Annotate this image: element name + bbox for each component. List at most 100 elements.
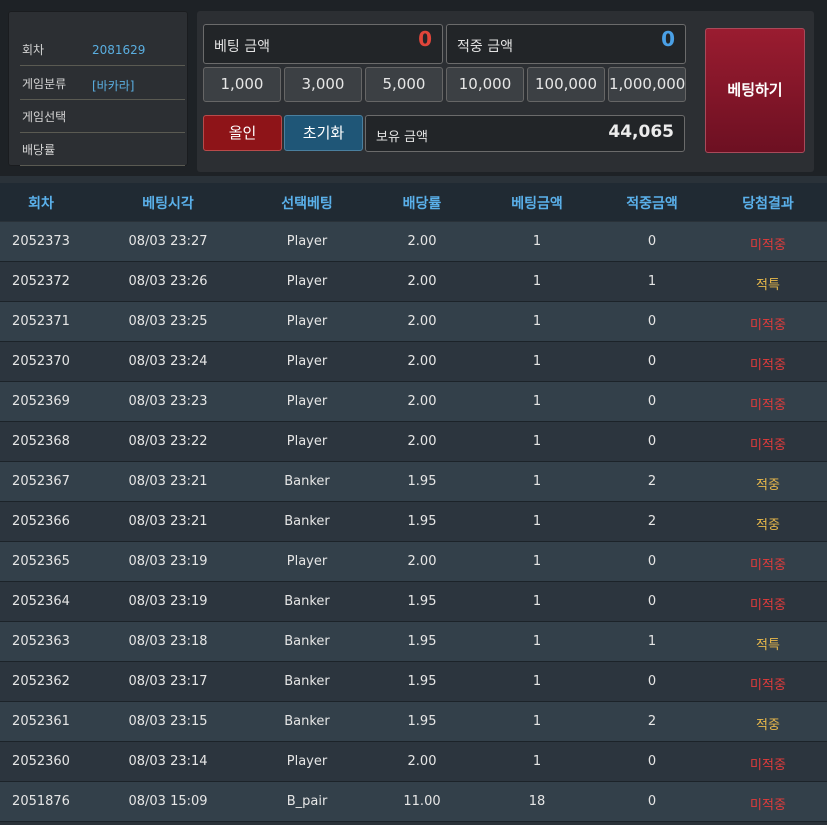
cell-odds: 11.00 xyxy=(403,794,441,809)
cell-round: 2052360 xyxy=(12,754,70,769)
cell-odds: 2.00 xyxy=(407,394,437,409)
table-row: 2052368 08/03 23:22 Player 2.00 1 0 미적중 xyxy=(0,422,827,462)
cell-odds: 2.00 xyxy=(407,434,437,449)
cell-odds: 1.95 xyxy=(407,714,437,729)
cell-odds: 2.00 xyxy=(407,234,437,249)
bet-amount-box: 베팅 금액 0 xyxy=(203,24,443,64)
cell-bet: 1 xyxy=(532,674,542,689)
balance-label: 보유 금액 xyxy=(376,130,428,145)
chip-5000-button[interactable]: 5,000 xyxy=(365,67,443,102)
cell-bet: 18 xyxy=(528,794,546,809)
cell-odds: 2.00 xyxy=(407,274,437,289)
col-header-win: 적중금액 xyxy=(626,196,678,212)
cell-round: 2052362 xyxy=(12,674,70,689)
cell-pick: Banker xyxy=(284,474,330,489)
cell-odds: 1.95 xyxy=(407,674,437,689)
cell-result: 적중 xyxy=(756,518,780,533)
cell-time: 08/03 23:23 xyxy=(128,394,208,409)
cell-round: 2052371 xyxy=(12,314,70,329)
cell-bet: 1 xyxy=(532,634,542,649)
cell-result: 미적중 xyxy=(750,438,786,453)
cell-round: 2052363 xyxy=(12,634,70,649)
cell-win: 0 xyxy=(647,314,657,329)
cell-pick: Player xyxy=(286,434,328,449)
cell-win: 0 xyxy=(647,554,657,569)
cell-time: 08/03 23:17 xyxy=(128,674,208,689)
chip-3000-button[interactable]: 3,000 xyxy=(284,67,362,102)
cell-odds: 2.00 xyxy=(407,754,437,769)
cell-win: 2 xyxy=(647,514,657,529)
col-header-bet: 베팅금액 xyxy=(511,196,563,212)
table-row: 2052360 08/03 23:14 Player 2.00 1 0 미적중 xyxy=(0,742,827,782)
cell-bet: 1 xyxy=(532,354,542,369)
info-row-game-select: 게임선택 xyxy=(20,99,185,133)
cell-bet: 1 xyxy=(532,514,542,529)
cell-odds: 2.00 xyxy=(407,354,437,369)
cell-time: 08/03 23:24 xyxy=(128,354,208,369)
chip-10000-button[interactable]: 10,000 xyxy=(446,67,524,102)
cell-result: 적중 xyxy=(756,478,780,493)
cell-round: 2052366 xyxy=(12,514,70,529)
cell-time: 08/03 23:25 xyxy=(128,314,208,329)
table-row: 2052364 08/03 23:19 Banker 1.95 1 0 미적중 xyxy=(0,582,827,622)
table-row: 2052361 08/03 23:15 Banker 1.95 1 2 적중 xyxy=(0,702,827,742)
table-row: 2052372 08/03 23:26 Player 2.00 1 1 적특 xyxy=(0,262,827,302)
game-type-value: [바카라] xyxy=(92,79,135,93)
table-row: 2052373 08/03 23:27 Player 2.00 1 0 미적중 xyxy=(0,222,827,262)
reset-button[interactable]: 초기화 xyxy=(284,115,363,151)
bet-amount-value: 0 xyxy=(418,27,432,51)
cell-win: 0 xyxy=(647,234,657,249)
table-row: 2052366 08/03 23:21 Banker 1.95 1 2 적중 xyxy=(0,502,827,542)
cell-win: 1 xyxy=(647,634,657,649)
cell-round: 2052367 xyxy=(12,474,70,489)
win-amount-value: 0 xyxy=(661,27,675,51)
cell-pick: Player xyxy=(286,234,328,249)
cell-win: 0 xyxy=(647,794,657,809)
round-label: 회차 xyxy=(22,43,45,57)
cell-pick: Player xyxy=(286,754,328,769)
chip-1000-button[interactable]: 1,000 xyxy=(203,67,281,102)
bet-amount-label: 베팅 금액 xyxy=(214,39,270,55)
cell-round: 2051876 xyxy=(12,794,70,809)
place-bet-button[interactable]: 베팅하기 xyxy=(705,28,805,153)
table-row: 2052367 08/03 23:21 Banker 1.95 1 2 적중 xyxy=(0,462,827,502)
cell-time: 08/03 23:22 xyxy=(128,434,208,449)
cell-time: 08/03 23:26 xyxy=(128,274,208,289)
cell-result: 미적중 xyxy=(750,758,786,773)
cell-pick: B_pair xyxy=(286,794,328,809)
table-row: 2051876 08/03 15:09 B_pair 11.00 18 0 미적중 xyxy=(0,782,827,822)
cell-bet: 1 xyxy=(532,474,542,489)
cell-win: 0 xyxy=(647,434,657,449)
history-table-header: 회차 베팅시각 선택베팅 배당률 베팅금액 적중금액 당첨결과 xyxy=(0,183,827,221)
odds-label: 배당률 xyxy=(22,143,56,157)
col-header-round: 회차 xyxy=(28,196,54,212)
cell-result: 미적중 xyxy=(750,678,786,693)
info-row-round: 회차 2081629 xyxy=(20,32,185,66)
cell-result: 미적중 xyxy=(750,238,786,253)
cell-win: 0 xyxy=(647,754,657,769)
cell-odds: 1.95 xyxy=(407,474,437,489)
cell-win: 0 xyxy=(647,354,657,369)
table-row: 2052370 08/03 23:24 Player 2.00 1 0 미적중 xyxy=(0,342,827,382)
balance-value: 44,065 xyxy=(608,122,674,142)
table-row: 2052363 08/03 23:18 Banker 1.95 1 1 적특 xyxy=(0,622,827,662)
table-row: 2052362 08/03 23:17 Banker 1.95 1 0 미적중 xyxy=(0,662,827,702)
cell-time: 08/03 23:14 xyxy=(128,754,208,769)
cell-result: 적특 xyxy=(756,638,780,653)
chip-1000000-button[interactable]: 1,000,000 xyxy=(608,67,686,102)
cell-pick: Player xyxy=(286,354,328,369)
win-amount-label: 적중 금액 xyxy=(457,39,513,55)
cell-win: 0 xyxy=(647,594,657,609)
cell-round: 2052369 xyxy=(12,394,70,409)
cell-pick: Player xyxy=(286,274,328,289)
cell-result: 미적중 xyxy=(750,558,786,573)
all-in-button[interactable]: 올인 xyxy=(203,115,282,151)
cell-round: 2052368 xyxy=(12,434,70,449)
cell-time: 08/03 23:21 xyxy=(128,514,208,529)
cell-win: 1 xyxy=(647,274,657,289)
cell-result: 적특 xyxy=(756,278,780,293)
cell-bet: 1 xyxy=(532,314,542,329)
chip-100000-button[interactable]: 100,000 xyxy=(527,67,605,102)
cell-round: 2052370 xyxy=(12,354,70,369)
cell-result: 미적중 xyxy=(750,598,786,613)
